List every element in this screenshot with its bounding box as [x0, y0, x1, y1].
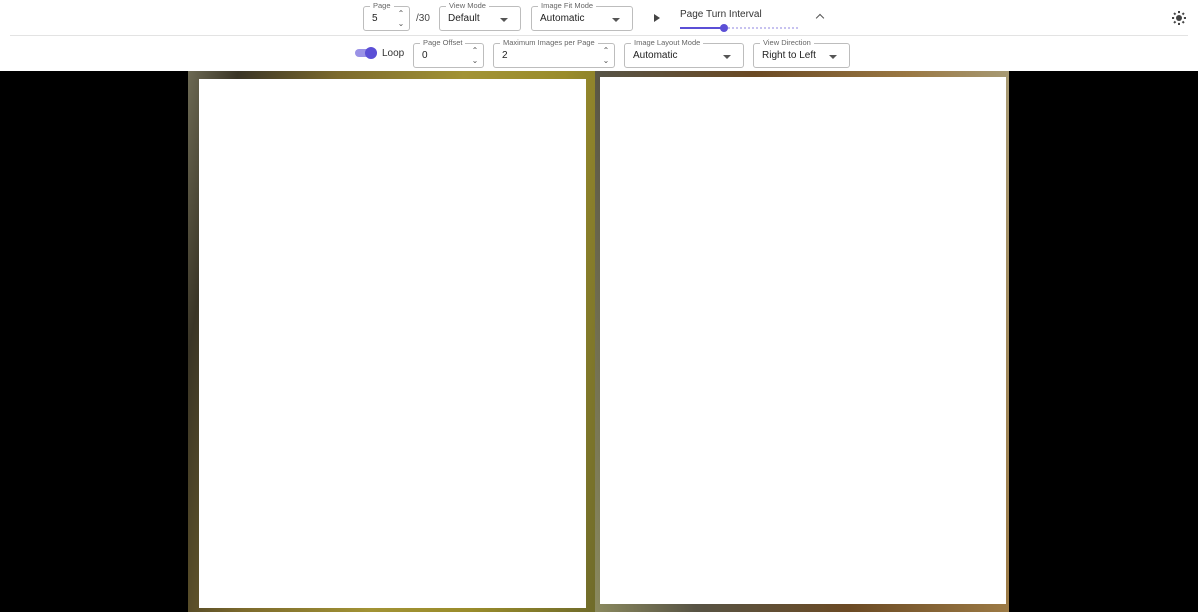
chevron-down-icon[interactable]: ⌄: [396, 19, 406, 29]
caret-down-icon: [723, 55, 731, 59]
max-images-per-page-stepper[interactable]: ⌃ ⌄: [601, 46, 611, 66]
page-number-field[interactable]: Page 5 ⌃ ⌄: [363, 0, 410, 31]
sun-icon[interactable]: [1172, 11, 1186, 25]
page-overlay-left: [199, 79, 586, 608]
image-fit-mode-select[interactable]: Image Fit Mode Automatic: [531, 0, 633, 31]
view-mode-select[interactable]: View Mode Default: [439, 0, 521, 31]
view-direction-value: Right to Left: [762, 50, 816, 61]
image-layout-mode-select[interactable]: Image Layout Mode Automatic: [624, 37, 744, 68]
chevron-up-icon[interactable]: ⌃: [601, 46, 611, 56]
chevron-up-icon[interactable]: ⌃: [396, 9, 406, 19]
page-number-stepper[interactable]: ⌃ ⌄: [396, 9, 406, 29]
chevron-up-icon[interactable]: ⌃: [470, 46, 480, 56]
page-turn-interval-label: Page Turn Interval: [680, 9, 762, 20]
image-fit-mode-label: Image Fit Mode: [538, 0, 597, 11]
caret-down-icon: [500, 18, 508, 22]
loop-label: Loop: [382, 48, 405, 59]
chevron-up-icon[interactable]: [814, 10, 828, 26]
image-viewer[interactable]: [0, 71, 1198, 612]
toolbar: Page 5 ⌃ ⌄ /30 View Mode Default Image F…: [0, 0, 1198, 71]
view-mode-value: Default: [448, 13, 480, 24]
toggle-knob: [365, 47, 377, 59]
page-number-label: Page: [370, 0, 394, 11]
view-direction-label: View Direction: [760, 37, 814, 48]
play-icon[interactable]: [650, 10, 664, 26]
slider-fill: [680, 27, 724, 29]
max-images-per-page-label: Maximum Images per Page: [500, 37, 598, 48]
page-overlay-right: [600, 77, 1006, 604]
image-fit-mode-value: Automatic: [540, 13, 585, 24]
page-turn-interval-slider[interactable]: [680, 23, 798, 33]
max-images-per-page-value: 2: [502, 50, 508, 61]
page-offset-label: Page Offset: [420, 37, 466, 48]
caret-down-icon: [829, 55, 837, 59]
page-offset-value: 0: [422, 50, 428, 61]
slider-thumb[interactable]: [719, 24, 728, 32]
toolbar-divider: [10, 35, 1188, 36]
view-mode-label: View Mode: [446, 0, 489, 11]
view-direction-select[interactable]: View Direction Right to Left: [753, 37, 850, 68]
image-layout-mode-value: Automatic: [633, 50, 678, 61]
image-layout-mode-label: Image Layout Mode: [631, 37, 704, 48]
max-images-per-page-field[interactable]: Maximum Images per Page 2 ⌃ ⌄: [493, 37, 615, 68]
loop-toggle[interactable]: [355, 47, 377, 59]
chevron-down-icon[interactable]: ⌄: [601, 56, 611, 66]
page-number-value: 5: [372, 13, 378, 24]
caret-down-icon: [612, 18, 620, 22]
page-total: /30: [416, 13, 430, 24]
page-offset-field[interactable]: Page Offset 0 ⌃ ⌄: [413, 37, 484, 68]
page-offset-stepper[interactable]: ⌃ ⌄: [470, 46, 480, 66]
chevron-down-icon[interactable]: ⌄: [470, 56, 480, 66]
